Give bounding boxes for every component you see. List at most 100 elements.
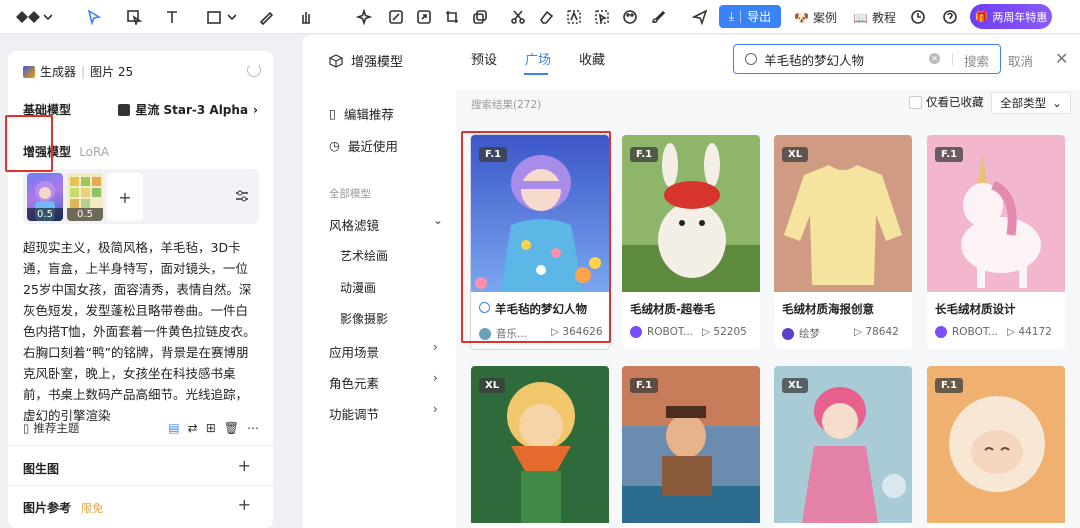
chevron-right-icon[interactable]: ›	[433, 371, 438, 385]
model-type-badge: XL	[479, 378, 506, 393]
help-icon[interactable]	[940, 7, 960, 27]
hand-icon[interactable]	[296, 7, 316, 27]
model-card[interactable]: XL	[471, 366, 609, 528]
model-card[interactable]: F.1 毛绒材质-超卷毛 ROBOT... ▷ 52205	[622, 135, 760, 349]
result-count: 搜索结果(272)	[471, 99, 542, 111]
recent-clock-icon: ◷	[329, 138, 340, 153]
cases-link[interactable]: 🐶 案例	[794, 9, 837, 26]
model-type-badge: F.1	[935, 147, 964, 162]
nav-recent[interactable]: ◷ 最近使用	[329, 136, 398, 155]
shuffle-icon[interactable]: ⇄	[188, 421, 198, 435]
nav-function[interactable]: 功能调节	[329, 404, 379, 423]
base-model-value: 星流 Star-3 Alpha	[135, 103, 249, 117]
all-models-heading: 全部模型	[329, 188, 371, 200]
nav-sub-art[interactable]: 艺术绘画	[340, 247, 388, 264]
dialog-title: 增强模型	[329, 51, 403, 70]
avatar	[630, 326, 642, 338]
eraser-icon[interactable]	[536, 7, 556, 27]
tab-plaza[interactable]: 广场	[525, 49, 551, 68]
dialog-title-text: 增强模型	[351, 55, 404, 70]
layers-icon[interactable]	[470, 7, 490, 27]
base-model-selector[interactable]: 星流 Star-3 Alpha ›	[118, 101, 258, 118]
tutorial-link[interactable]: 📖 教程	[853, 9, 896, 26]
edit-icon[interactable]	[386, 7, 406, 27]
model-card[interactable]: F.1	[927, 366, 1065, 528]
author-name: 绘梦	[799, 328, 820, 340]
tab-favorites[interactable]: 收藏	[579, 49, 605, 68]
bookmark-icon: ▯	[23, 421, 30, 435]
checkbox[interactable]	[909, 95, 922, 109]
chevron-right-icon[interactable]: ›	[433, 340, 438, 354]
clear-icon[interactable]: ✕	[929, 53, 940, 64]
section-divider	[8, 485, 273, 486]
book-icon: 📖	[853, 10, 868, 25]
chevron-down-icon[interactable]	[42, 7, 54, 27]
refresh-icon[interactable]	[247, 63, 261, 77]
doc-icon[interactable]: ▤	[168, 421, 179, 435]
view-count: 78642	[865, 326, 899, 338]
only-favorites-toggle[interactable]: 仅看已收藏	[909, 94, 984, 110]
nav-character[interactable]: 角色元素	[329, 373, 379, 392]
lora-list: 0.5 0.5 +	[23, 169, 259, 224]
nav-style-filter[interactable]: 风格滤镜	[329, 215, 379, 234]
cancel-button[interactable]: 取消	[1008, 51, 1033, 70]
select-subject-icon[interactable]	[592, 7, 612, 27]
cases-icon: 🐶	[794, 10, 809, 25]
more-icon[interactable]: ⋯	[247, 421, 259, 435]
text-icon[interactable]	[162, 7, 182, 27]
text-detect-icon[interactable]	[564, 7, 584, 27]
add-lora-button[interactable]: +	[107, 173, 143, 221]
logo-icon[interactable]	[14, 7, 42, 27]
lora-thumb-2[interactable]: 0.5	[67, 173, 103, 221]
rect-chevron-icon[interactable]	[226, 7, 238, 27]
enhance-model-dialog: 增强模型 预设 广场 收藏 羊毛毡的梦幻人物 ✕ 搜索 取消 ✕ ▯ 编辑推荐 …	[303, 35, 1080, 528]
model-type-badge: F.1	[630, 378, 659, 393]
model-type-badge: F.1	[935, 378, 964, 393]
tutorial-label: 教程	[871, 11, 896, 25]
expand-icon[interactable]	[414, 7, 434, 27]
cursor-icon[interactable]	[84, 7, 104, 27]
model-card[interactable]: F.1 长毛绒材质设计 ROBOT... ▷ 44172	[927, 135, 1065, 349]
img-ref-add-button[interactable]: +	[238, 495, 251, 514]
search-button[interactable]: 搜索	[964, 51, 989, 70]
delete-icon[interactable]: 🗑	[224, 421, 239, 435]
nav-sub-photo[interactable]: 影像摄影	[340, 310, 388, 327]
model-card[interactable]: XL 毛绒材质海报创意 绘梦 ▷ 78642	[774, 135, 912, 349]
model-type-badge: XL	[782, 147, 809, 162]
lora-thumb-1[interactable]: 0.5	[27, 173, 63, 221]
export-button[interactable]: ⤓ 导出	[719, 5, 781, 28]
settings-sliders-icon[interactable]	[235, 189, 249, 203]
palette-icon[interactable]	[620, 7, 640, 27]
search-input[interactable]: 羊毛毡的梦幻人物	[764, 50, 864, 69]
author-name: ROBOT...	[952, 326, 999, 338]
nav-featured[interactable]: ▯ 编辑推荐	[329, 104, 394, 123]
export-divider	[740, 10, 742, 23]
promo-button[interactable]: 🎁 两周年特惠	[970, 4, 1052, 29]
recommend-theme-link[interactable]: 推荐主题	[33, 420, 79, 436]
tab-preset[interactable]: 预设	[471, 49, 497, 68]
model-card[interactable]: XL	[774, 366, 912, 528]
translate-icon[interactable]: ⊞	[206, 421, 216, 435]
chevron-right-icon[interactable]: ›	[433, 402, 438, 416]
crop-icon[interactable]	[442, 7, 462, 27]
type-filter-select[interactable]: 全部类型 ⌄	[991, 92, 1071, 114]
clock-icon[interactable]	[908, 7, 928, 27]
img2img-add-button[interactable]: +	[238, 456, 251, 475]
chevron-down-icon[interactable]: ⌄	[433, 213, 443, 227]
send-icon[interactable]	[690, 7, 710, 27]
nav-sub-anime[interactable]: 动漫画	[340, 279, 376, 296]
pen-icon[interactable]	[256, 7, 276, 27]
brush-icon[interactable]	[648, 7, 668, 27]
sparkle-icon[interactable]	[354, 7, 374, 27]
nav-scene[interactable]: 应用场景	[329, 342, 379, 361]
rect-icon[interactable]	[204, 7, 224, 27]
free-badge: 限免	[81, 502, 104, 515]
bookmark-nav-icon: ▯	[329, 106, 336, 121]
close-icon[interactable]: ✕	[1055, 49, 1068, 68]
scissors-icon[interactable]	[508, 7, 528, 27]
card-author: ROBOT...	[935, 326, 998, 338]
model-card[interactable]: F.1	[622, 366, 760, 528]
prompt-text[interactable]: 超现实主义，极简风格，羊毛毡，3D卡通，盲盒，上半身特写，面对镜头，一位25岁中…	[23, 237, 259, 426]
export-label: 导出	[747, 10, 772, 24]
select-icon[interactable]	[124, 7, 144, 27]
